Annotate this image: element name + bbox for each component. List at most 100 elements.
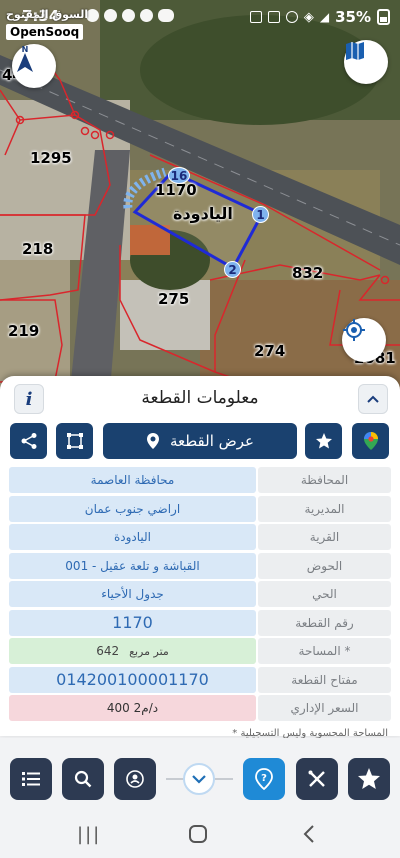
recent-apps-icon[interactable]: ||| (77, 824, 101, 845)
back-button[interactable] (302, 824, 316, 849)
svg-text:?: ? (261, 773, 267, 784)
village-label: اليادودة (173, 204, 233, 223)
bottom-toolbar: ? (0, 738, 400, 816)
nearby-button[interactable] (114, 758, 156, 800)
field-label: الحي (258, 581, 391, 607)
field-value: جدول الأحياء (9, 581, 256, 607)
parcel-label-1295[interactable]: 1295 (30, 149, 72, 167)
share-button[interactable] (10, 423, 47, 459)
parcel-details: محافظة العاصمة المحافظة اراضي جنوب عمان … (9, 467, 391, 724)
notification-icons (86, 9, 174, 22)
field-value: 400 د/م2 (9, 695, 256, 721)
field-row-governorate: محافظة العاصمة المحافظة (9, 467, 391, 496)
list-button[interactable] (10, 758, 52, 800)
measure-tools-icon (308, 770, 325, 787)
field-value: محافظة العاصمة (9, 467, 256, 493)
battery-icon (377, 9, 390, 25)
collapse-button[interactable] (358, 384, 388, 414)
search-icon (74, 770, 92, 788)
system-icons: ◈ ◢ 35% (249, 8, 390, 26)
field-label: المساحة * (258, 638, 391, 664)
help-button[interactable]: ? (243, 758, 285, 800)
screen: 44 1295 218 219 275 274 832 1170 2081 ال… (0, 0, 400, 858)
compass-button[interactable]: N (12, 44, 56, 88)
field-value: 014200100001170 (9, 666, 256, 693)
field-label: رقم القطعة (258, 609, 391, 636)
watermark-english: OpenSooq (6, 24, 84, 40)
chevron-down-icon (192, 774, 206, 784)
show-parcel-label: عرض القطعة (169, 432, 255, 450)
star-icon (315, 433, 332, 449)
field-label: مفتاح القطعة (258, 666, 391, 693)
area-unit: متر مربع (129, 644, 169, 658)
polygon-icon (66, 433, 83, 449)
map-imagery (0, 0, 400, 392)
field-label: الحوض (258, 552, 391, 579)
map-icon (346, 42, 364, 60)
mute-icon (267, 11, 280, 23)
google-maps-button[interactable] (352, 423, 389, 459)
list-icon (22, 772, 40, 786)
location-pin-icon (146, 433, 159, 449)
sim-icon (249, 11, 262, 23)
field-row-neighborhood: جدول الأحياء الحي (9, 581, 391, 610)
favorite-button[interactable] (305, 423, 342, 459)
sheet-header: i معلومات القطعة (0, 376, 400, 424)
search-button[interactable] (62, 758, 104, 800)
field-row-parcel-key: 014200100001170 مفتاح القطعة (9, 666, 391, 696)
share-icon (21, 433, 36, 449)
system-navigation-bar: ||| (0, 816, 400, 858)
field-row-admin-price: 400 د/م2 السعر الإداري (9, 695, 391, 724)
parcel-label-275[interactable]: 275 (158, 290, 189, 308)
field-value-area: 642 متر مربع (9, 638, 256, 664)
help-pin-icon: ? (255, 768, 273, 790)
facebook-icon (104, 9, 117, 22)
google-maps-icon (363, 432, 378, 450)
slider-track-right (215, 778, 233, 780)
cloud-icon (158, 9, 174, 22)
field-label: المديرية (258, 495, 391, 522)
home-button[interactable] (188, 824, 208, 849)
field-label: السعر الإداري (258, 695, 391, 721)
draw-shape-button[interactable] (56, 423, 93, 459)
vertex-label-16: 16 (168, 167, 190, 184)
my-location-button[interactable] (342, 318, 386, 362)
parcel-label-832[interactable]: 832 (292, 264, 323, 282)
sheet-title: معلومات القطعة (141, 388, 259, 408)
battery-percentage: 35% (335, 8, 371, 26)
map-view[interactable]: 44 1295 218 219 275 274 832 1170 2081 ال… (0, 0, 400, 392)
back-icon (303, 825, 314, 843)
parcel-label-218[interactable]: 218 (22, 240, 53, 258)
parcel-toolbar: عرض القطعة (8, 423, 392, 459)
parcel-info-sheet: i معلومات القطعة عرض القطعة محافظة العاص… (0, 376, 400, 739)
parcel-label-274[interactable]: 274 (254, 342, 285, 360)
wifi-icon: ◈ (303, 9, 314, 25)
area-value: 642 (96, 644, 120, 658)
youtube-icon (122, 9, 135, 22)
compass-icon: N (17, 45, 33, 72)
chevron-up-icon (367, 395, 379, 403)
field-row-basin: القباشة و تلعة عقيل - 001 الحوض (9, 552, 391, 582)
field-row-village: اليادودة القرية (9, 524, 391, 553)
field-row-parcel-number: 1170 رقم القطعة (9, 609, 391, 639)
home-icon (189, 825, 207, 843)
field-value: القباشة و تلعة عقيل - 001 (9, 552, 256, 579)
field-value: 1170 (9, 609, 256, 636)
location-person-icon (126, 770, 144, 788)
show-parcel-button[interactable]: عرض القطعة (103, 423, 297, 459)
favorites-button[interactable] (348, 758, 390, 800)
whatsapp-icon (140, 9, 153, 22)
field-value: اراضي جنوب عمان (9, 495, 256, 522)
expand-toggle[interactable] (183, 763, 215, 795)
field-value: اليادودة (9, 524, 256, 550)
measure-button[interactable] (296, 758, 338, 800)
field-label: القرية (258, 524, 391, 550)
field-row-area: 642 متر مربع المساحة * (9, 638, 391, 667)
parcel-label-219[interactable]: 219 (8, 322, 39, 340)
slider-track-left (166, 778, 184, 780)
signal-icon: ◢ (319, 10, 330, 24)
star-icon (358, 768, 380, 789)
map-layers-button[interactable] (344, 40, 388, 84)
location-target-icon (343, 319, 365, 341)
alarm-icon (285, 11, 298, 23)
